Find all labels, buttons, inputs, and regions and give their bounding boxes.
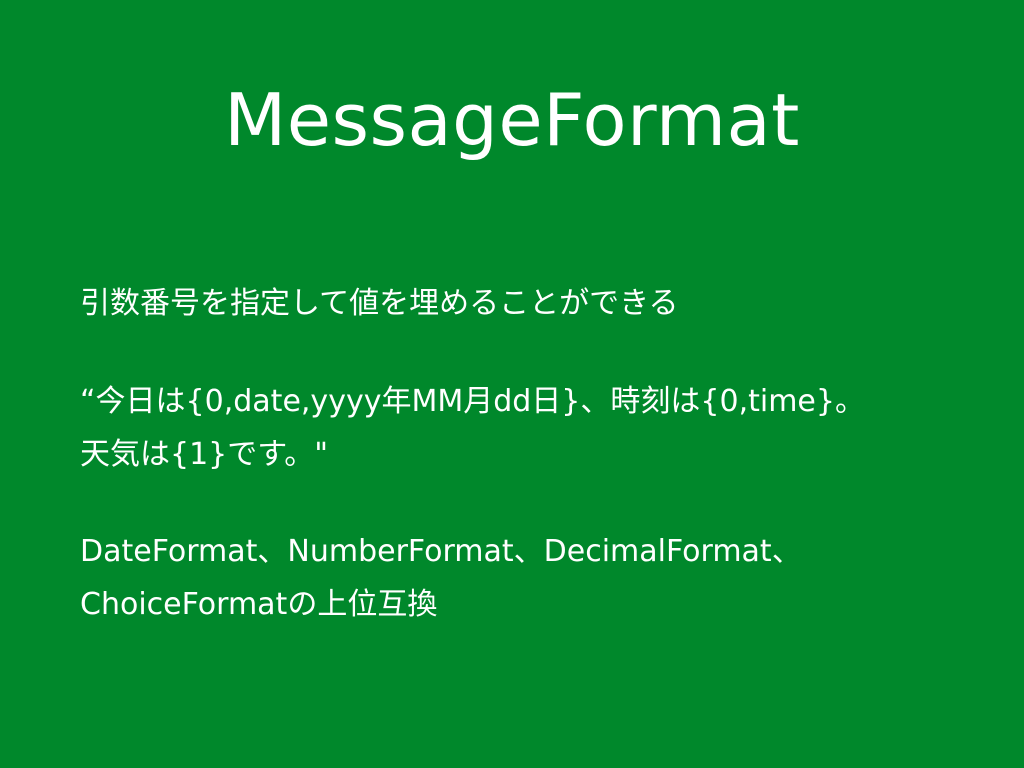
slide: MessageFormat 引数番号を指定して値を埋めることができる “今日は{… [0,0,1024,768]
body-line-example-pattern: “今日は{0,date,yyyy年MM月dd日}、時刻は{0,time}。 [80,384,865,419]
body-line-example-pattern-cont: 天気は{1}です。" [80,437,329,472]
slide-title: MessageFormat [224,78,800,162]
body-line-superset-formats: DateFormat、NumberFormat、DecimalFormat、 [80,534,802,569]
body-line-superset-formats-cont: ChoiceFormatの上位互換 [80,587,438,622]
body-line-argument-index: 引数番号を指定して値を埋めることができる [80,286,679,321]
